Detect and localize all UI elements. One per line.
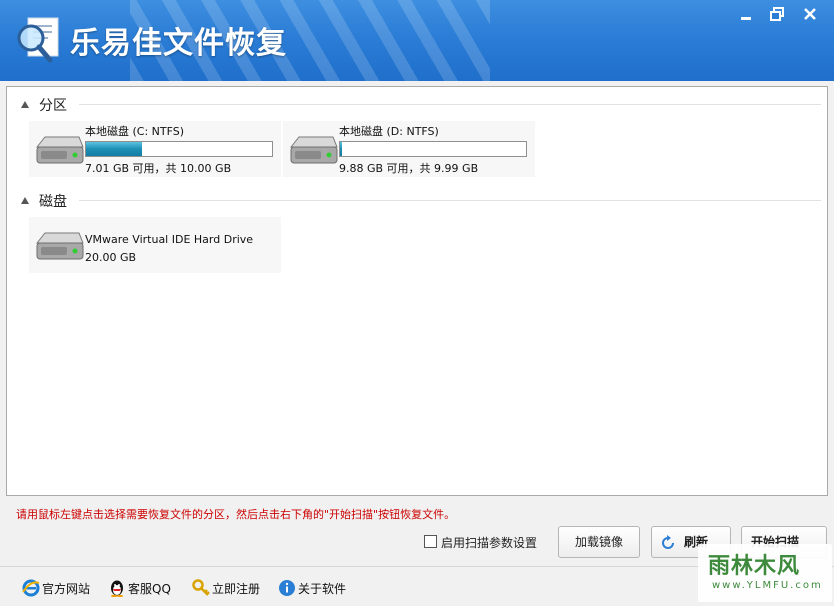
watermark-url: www.YLMFU.com [712, 580, 823, 591]
collapse-triangle-icon[interactable] [21, 197, 29, 204]
hard-drive-icon [35, 136, 84, 164]
register-label: 立即注册 [212, 582, 261, 596]
close-button[interactable] [796, 2, 824, 26]
app-title: 乐易佳文件恢复 [70, 26, 287, 61]
qq-penguin-icon [111, 580, 123, 597]
scan-params-checkbox[interactable] [424, 535, 437, 548]
mount-image-button[interactable]: 加载镜像 [558, 526, 640, 558]
minimize-button[interactable] [732, 2, 760, 26]
drive-space-info: 9.88 GB 可用，共 9.99 GB [339, 162, 479, 175]
drive-size: 20.00 GB [85, 251, 137, 264]
site-watermark: 雨林木风 www.YLMFU.com [698, 544, 832, 602]
hard-drive-icon [289, 136, 338, 164]
support-qq-label: 客服QQ [128, 582, 171, 596]
collapse-triangle-icon[interactable] [21, 101, 29, 108]
section-divider [79, 104, 821, 105]
watermark-text: 雨林木风 [708, 554, 801, 579]
info-icon [279, 580, 295, 596]
usage-fill [86, 142, 142, 156]
restore-button[interactable] [763, 2, 791, 26]
restore-icon [770, 7, 784, 21]
scan-params-label[interactable]: 启用扫描参数设置 [441, 534, 537, 551]
about-label: 关于软件 [298, 582, 347, 596]
drive-name: 本地磁盘 (D: NTFS) [339, 125, 439, 138]
drive-name: 本地磁盘 (C: NTFS) [85, 125, 185, 138]
magnifier-document-icon [17, 17, 59, 63]
section-divider [79, 200, 821, 201]
website-label: 官方网站 [42, 582, 91, 596]
key-icon [192, 579, 210, 596]
section-label: 分区 [39, 98, 67, 114]
drive-name: VMware Virtual IDE Hard Drive [85, 233, 254, 246]
usage-fill [340, 142, 342, 156]
disk-card-vmware[interactable]: VMware Virtual IDE Hard Drive 20.00 GB [29, 217, 281, 273]
ie-icon [22, 579, 40, 597]
instruction-hint: 请用鼠标左键点击选择需要恢复文件的分区，然后点击右下角的"开始扫描"按钮恢复文件… [16, 508, 456, 521]
drive-list-panel: 分区 本地磁盘 (C: NTFS) 7.01 GB 可用，共 10.00 GB … [6, 86, 828, 496]
hard-drive-icon [35, 232, 84, 260]
usage-bar [339, 141, 527, 157]
minimize-icon [741, 17, 751, 20]
close-icon [804, 8, 816, 20]
usage-bar [85, 141, 273, 157]
section-label: 磁盘 [39, 194, 67, 210]
drive-space-info: 7.01 GB 可用，共 10.00 GB [85, 162, 232, 175]
refresh-icon [662, 535, 674, 549]
partition-card-c[interactable]: 本地磁盘 (C: NTFS) 7.01 GB 可用，共 10.00 GB [29, 121, 281, 177]
partitions-section-header[interactable]: 分区 [21, 95, 821, 115]
partition-card-d[interactable]: 本地磁盘 (D: NTFS) 9.88 GB 可用，共 9.99 GB [283, 121, 535, 177]
disks-section-header[interactable]: 磁盘 [21, 191, 821, 211]
title-bar: 乐易佳文件恢复 [0, 0, 834, 81]
